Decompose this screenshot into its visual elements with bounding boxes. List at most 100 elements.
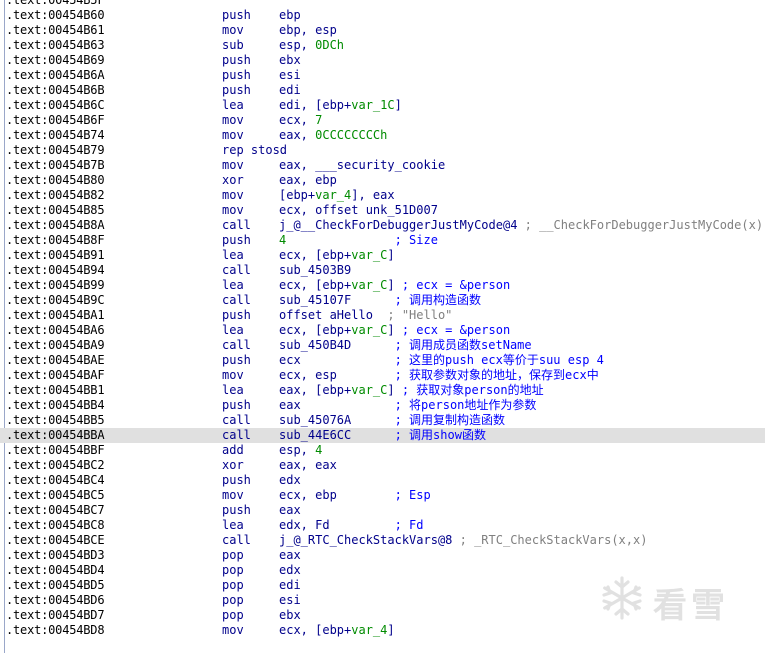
- operand-token: eax,: [279, 127, 316, 142]
- mnemonic: push: [222, 7, 251, 22]
- listing-row[interactable]: .text:00454B5F: [0, 0, 765, 8]
- snowflake-logo-icon: [602, 576, 642, 620]
- operand-token: 0CCCCCCCCh: [315, 127, 388, 142]
- mnemonic: lea: [222, 277, 244, 292]
- listing-row[interactable]: .text:00454B69 push ebx: [0, 53, 765, 68]
- operands: edx: [279, 563, 301, 578]
- address: .text:00454B85: [6, 202, 105, 217]
- operands: edi: [279, 578, 301, 593]
- listing-row[interactable]: .text:00454BCE call j_@_RTC_CheckStackVars…: [0, 533, 765, 548]
- mnemonic: rep stosd: [222, 142, 288, 157]
- operands: ebp: [279, 8, 301, 23]
- mnemonic: mov: [222, 367, 244, 382]
- comment-token: ; 调用复制构造函数: [351, 412, 506, 427]
- listing-row[interactable]: .text:00454B99 lea ecx, [ebp+var_C] ; ecx …: [0, 278, 765, 293]
- operands: ecx ; 这里的push ecx等价于suu esp 4: [279, 353, 604, 368]
- listing-row[interactable]: .text:00454BC7 push eax: [0, 503, 765, 518]
- operands: eax, ebp: [279, 173, 337, 188]
- listing-row[interactable]: .text:00454B8F push 4 ; Size: [0, 233, 765, 248]
- listing-row[interactable]: .text:00454B6C lea edi, [ebp+var_1C]: [0, 98, 765, 113]
- listing-row[interactable]: .text:00454BA6 lea ecx, [ebp+var_C] ; ecx …: [0, 323, 765, 338]
- mnemonic: xor: [222, 457, 244, 472]
- mnemonic: push: [222, 502, 251, 517]
- listing-row[interactable]: .text:00454BC5 mov ecx, ebp ; Esp: [0, 488, 765, 503]
- address: .text:00454BC7: [6, 502, 105, 517]
- mnemonic: call: [222, 217, 251, 232]
- operand-token: ebp, esp: [279, 22, 337, 37]
- listing-row[interactable]: .text:00454B6F mov ecx, 7: [0, 113, 765, 128]
- comment-token: ; 调用成员函数setName: [351, 337, 532, 352]
- listing-row[interactable]: .text:00454BC2 xor eax, eax: [0, 458, 765, 473]
- operands: esp, 4: [279, 443, 322, 458]
- operand-token: ]: [387, 622, 395, 637]
- operand-token: eax, ___security_cookie: [279, 157, 446, 172]
- listing-row[interactable]: .text:00454BC4 push edx: [0, 473, 765, 488]
- operand-token: ebx: [279, 52, 301, 67]
- disassembly-view[interactable]: .text:00454B5F.text:00454B60pushebp.text…: [0, 0, 765, 653]
- operand-token: edi: [279, 577, 301, 592]
- operands: sub_4503B9: [279, 263, 351, 278]
- operand-token: ecx, offset unk_51D007: [279, 202, 438, 217]
- address: .text:00454BCE: [6, 532, 105, 547]
- mnemonic: mov: [222, 22, 244, 37]
- operands: ecx, 7: [279, 113, 322, 128]
- comment-token: ; Esp: [336, 487, 431, 502]
- operands: ebx: [279, 53, 301, 68]
- address: .text:00454B99: [6, 277, 105, 292]
- listing-row[interactable]: .text:00454B9C call sub_45107F ; 调用构造函数: [0, 293, 765, 308]
- address: .text:00454BB4: [6, 397, 105, 412]
- listing-row[interactable]: .text:00454B63 sub esp, 0DCh: [0, 38, 765, 53]
- mnemonic: pop: [222, 577, 244, 592]
- listing-row[interactable]: .text:00454B85 mov ecx, offset unk_51D007: [0, 203, 765, 218]
- operands: edi: [279, 83, 301, 98]
- mnemonic: xor: [222, 172, 244, 187]
- listing-row[interactable]: .text:00454B8A call j_@__CheckForDebuggerJ…: [0, 218, 765, 233]
- operand-token: ecx, [ebp+: [279, 622, 352, 637]
- listing-row[interactable]: .text:00454B60 push ebp: [0, 8, 765, 23]
- mnemonic: pop: [222, 592, 244, 607]
- operand-token: 4: [315, 442, 323, 457]
- listing-row[interactable]: .text:00454BC8 lea edx, Fd ; Fd: [0, 518, 765, 533]
- listing-row[interactable]: .text:00454BB1 lea eax, [ebp+var_C] ; 获取对象…: [0, 383, 765, 398]
- operand-token: ]: [387, 322, 395, 337]
- listing-row[interactable]: .text:00454B79 rep stosd: [0, 143, 765, 158]
- mnemonic: push: [222, 397, 251, 412]
- listing-row[interactable]: .text:00454B6A push esi: [0, 68, 765, 83]
- comment-token: ; ecx = &person: [394, 277, 511, 292]
- listing-row[interactable]: .text:00454B91 lea ecx, [ebp+var_C]: [0, 248, 765, 263]
- mnemonic: mov: [222, 622, 244, 637]
- disassembly-listing[interactable]: .text:00454B5F.text:00454B60pushebp.text…: [0, 0, 765, 638]
- operand-token: edi, [ebp+: [279, 97, 352, 112]
- comment-token: ; 调用show函数: [351, 427, 486, 442]
- listing-row[interactable]: .text:00454B7B mov eax, ___security_cookie: [0, 158, 765, 173]
- mnemonic: push: [222, 67, 251, 82]
- operands: sub_45107F ; 调用构造函数: [279, 293, 481, 308]
- operand-token: eax, ebp: [279, 172, 337, 187]
- listing-row[interactable]: .text:00454B74 mov eax, 0CCCCCCCCh: [0, 128, 765, 143]
- operand-token: esp,: [279, 37, 316, 52]
- mnemonic: push: [222, 472, 251, 487]
- address: .text:00454B7B: [6, 157, 105, 172]
- selected-listing-row[interactable]: .text:00454BBA call sub_44E6CC ; 调用show函数: [0, 427, 765, 443]
- listing-row[interactable]: .text:00454BA9 call sub_450B4D ; 调用成员函数set…: [0, 338, 765, 353]
- listing-row[interactable]: .text:00454BBF add esp, 4: [0, 443, 765, 458]
- operand-token: ], eax: [351, 187, 395, 202]
- listing-row[interactable]: .text:00454BD8 mov ecx, [ebp+var_4]: [0, 623, 765, 638]
- listing-row[interactable]: .text:00454BA1 push offset aHello ; "Hello…: [0, 308, 765, 323]
- listing-row[interactable]: .text:00454BB5 call sub_45076A ; 调用复制构造函数: [0, 413, 765, 428]
- listing-row[interactable]: .text:00454BAE push ecx ; 这里的push ecx等价于su…: [0, 353, 765, 368]
- listing-row[interactable]: .text:00454B61 mov ebp, esp: [0, 23, 765, 38]
- operand-token: var_1C: [351, 97, 395, 112]
- address: .text:00454B80: [6, 172, 105, 187]
- listing-row[interactable]: .text:00454B82 mov [ebp+var_4], eax: [0, 188, 765, 203]
- listing-row[interactable]: .text:00454B6B push edi: [0, 83, 765, 98]
- listing-row[interactable]: .text:00454B94 call sub_4503B9: [0, 263, 765, 278]
- mnemonic: lea: [222, 247, 244, 262]
- listing-row[interactable]: .text:00454BD3 pop eax: [0, 548, 765, 563]
- listing-row[interactable]: .text:00454BAF mov ecx, esp ; 获取参数对象的地址，保存…: [0, 368, 765, 383]
- operands: ecx, offset unk_51D007: [279, 203, 438, 218]
- listing-row[interactable]: .text:00454B80 xor eax, ebp: [0, 173, 765, 188]
- address: .text:00454B94: [6, 262, 105, 277]
- address: .text:00454BC2: [6, 457, 105, 472]
- listing-row[interactable]: .text:00454BB4 push eax ; 将person地址作为参数: [0, 398, 765, 413]
